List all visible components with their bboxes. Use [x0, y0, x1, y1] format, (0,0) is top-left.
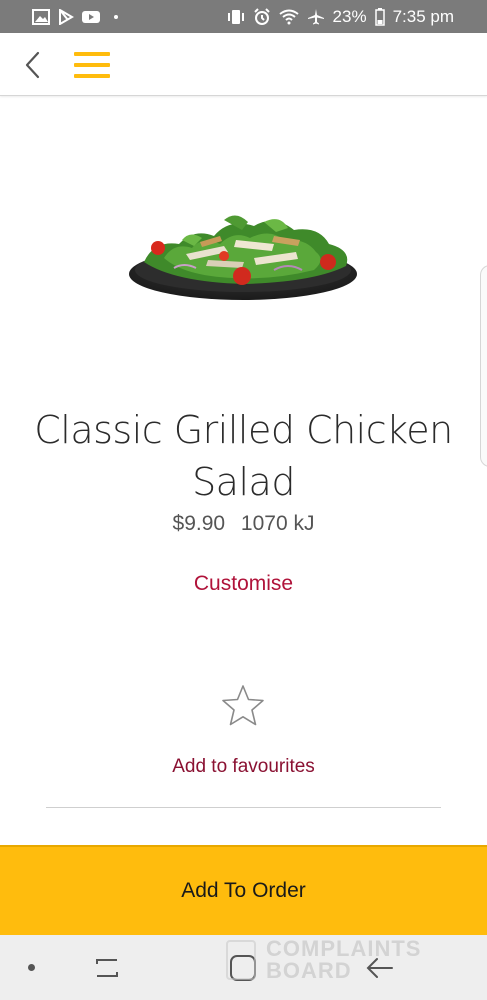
nav-dot-icon[interactable] — [28, 964, 35, 971]
product-price: $9.90 — [172, 512, 226, 535]
gallery-icon — [32, 8, 50, 25]
salad-plate-image — [129, 215, 357, 300]
airplane-icon — [307, 8, 324, 24]
product-title: Classic Grilled Chicken Salad — [34, 408, 453, 504]
battery-percent: 23% — [332, 6, 367, 26]
product-energy: 1070 kJ — [240, 512, 315, 535]
add-to-favourites-link[interactable]: Add to favourites — [0, 756, 487, 778]
star-outline-icon[interactable] — [220, 683, 266, 729]
recents-icon[interactable] — [93, 955, 121, 981]
back-button[interactable] — [20, 49, 48, 81]
app-header — [0, 33, 487, 96]
customise-link[interactable]: Customise — [0, 572, 487, 596]
watermark-box-icon — [226, 940, 256, 980]
status-bar-left — [32, 8, 118, 25]
alarm-icon — [253, 7, 270, 25]
edge-panel-handle[interactable] — [480, 265, 487, 467]
status-bar-right: 23% 7:35 pm — [227, 7, 454, 27]
add-to-order-button[interactable]: Add To Order — [0, 845, 487, 935]
play-store-icon — [59, 8, 74, 25]
watermark-logo: COMPLAINTS BOARD — [226, 938, 446, 984]
battery-icon — [374, 7, 385, 26]
watermark-line1: COMPLAINTS — [266, 936, 422, 961]
wifi-icon — [278, 9, 299, 24]
youtube-icon — [82, 10, 100, 23]
divider — [46, 807, 441, 808]
hamburger-menu-icon — [74, 52, 110, 78]
price-line: $9.90 1070 kJ — [0, 512, 487, 536]
vibrate-icon — [227, 9, 244, 24]
back-chevron-icon — [25, 51, 40, 79]
watermark-line2: BOARD — [266, 958, 352, 983]
menu-button[interactable] — [74, 51, 110, 79]
clock: 7:35 pm — [392, 6, 454, 26]
add-to-order-label: Add To Order — [181, 879, 306, 902]
dot-icon — [114, 14, 118, 19]
status-bar: 23% 7:35 pm — [0, 0, 487, 33]
